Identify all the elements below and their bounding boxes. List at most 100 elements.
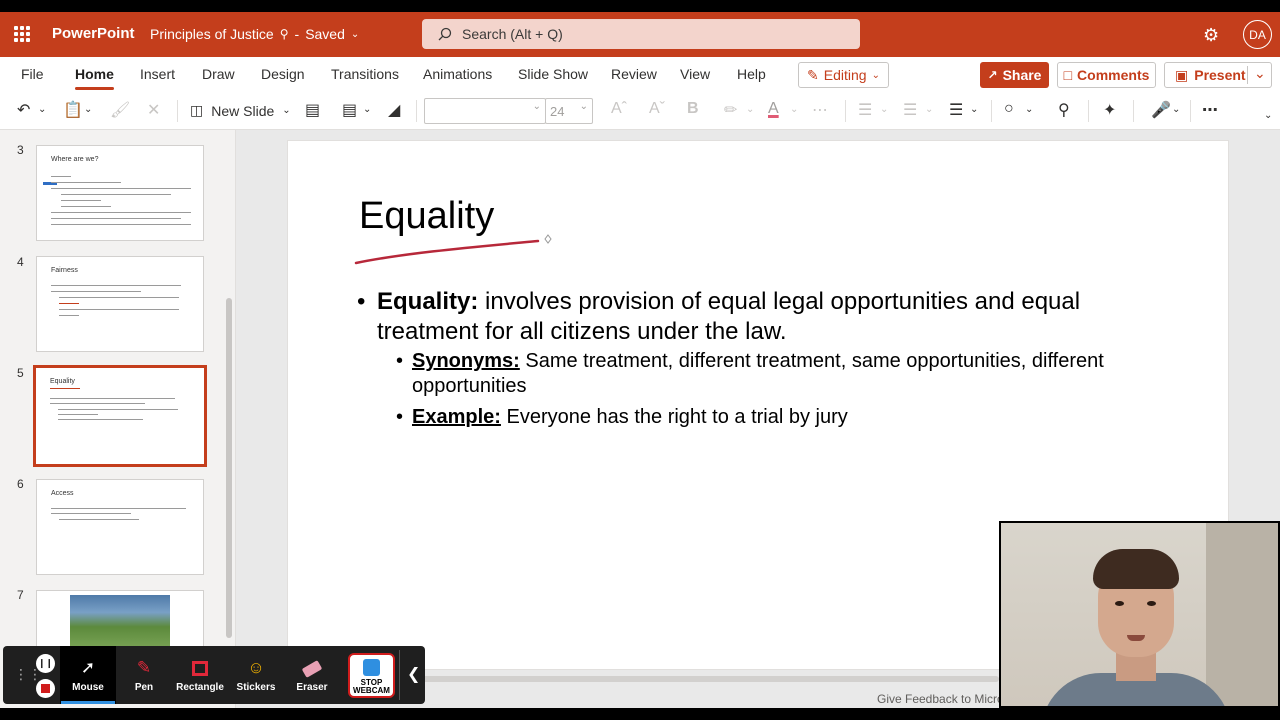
grow-font-icon[interactable]: Aˆ <box>611 100 627 118</box>
slide-number: 6 <box>17 477 24 491</box>
panel-scrollbar[interactable] <box>226 298 232 638</box>
sub-bullet-example[interactable]: • Example: Everyone has the right to a t… <box>396 405 1116 430</box>
find-icon[interactable]: ⚲ <box>1058 100 1070 120</box>
chevron-left-icon[interactable]: ❮ <box>407 664 420 684</box>
chevron-down-icon[interactable]: ⌄ <box>746 104 754 115</box>
settings-gear-icon[interactable]: ⚙ <box>1203 25 1219 46</box>
chevron-down-icon[interactable]: ⌄ <box>38 104 46 115</box>
slide-title[interactable]: Equality <box>359 195 494 238</box>
stickers-tool-button[interactable]: ☺ Stickers <box>228 646 284 704</box>
font-size-box[interactable]: 24 ⌄ <box>545 98 593 124</box>
tab-home[interactable]: Home <box>75 66 114 90</box>
present-button[interactable]: ▣ Present ⌄ <box>1164 62 1272 88</box>
tab-transitions[interactable]: Transitions <box>331 66 399 82</box>
more-font-options-icon[interactable]: ⋯ <box>812 100 828 120</box>
font-name-box[interactable]: ⌄ <box>424 98 546 124</box>
chevron-down-icon[interactable]: ⌄ <box>1172 104 1180 115</box>
chevron-down-icon[interactable]: ⌄ <box>1025 104 1033 115</box>
pen-icon: ✎ <box>136 658 152 677</box>
font-color-icon[interactable]: A <box>768 100 779 118</box>
highlight-icon[interactable]: ✏ <box>724 100 737 120</box>
layout-icon[interactable]: ▤ <box>342 100 357 120</box>
tab-review[interactable]: Review <box>611 66 657 82</box>
document-name: Principles of Justice <box>150 26 274 42</box>
undo-icon[interactable]: ↶ <box>17 100 30 120</box>
eraser-tool-button[interactable]: Eraser <box>284 646 340 704</box>
clipboard-icon[interactable]: 📋 <box>63 100 83 120</box>
font-size-value: 24 <box>550 104 565 119</box>
chevron-down-icon[interactable]: ⌄ <box>1254 65 1266 82</box>
chevron-down-icon[interactable]: ⌄ <box>925 104 933 115</box>
chevron-down-icon[interactable]: ⌄ <box>84 104 92 115</box>
numbering-icon[interactable]: ☰ <box>903 100 917 120</box>
chevron-down-icon[interactable]: ⌄ <box>880 104 888 115</box>
search-box[interactable]: Search (Alt + Q) <box>422 19 860 49</box>
slide-thumbnail-selected[interactable]: Equality <box>33 365 207 467</box>
align-icon[interactable]: ☰ <box>949 100 963 120</box>
bottom-letterbox <box>0 708 1280 720</box>
chevron-down-icon[interactable]: ⌄ <box>363 104 371 115</box>
mouse-tool-button[interactable]: ➚ Mouse <box>60 646 116 704</box>
tab-animations[interactable]: Animations <box>423 66 492 82</box>
editing-mode-button[interactable]: ✎ Editing ⌄ <box>798 62 889 88</box>
tab-design[interactable]: Design <box>261 66 305 82</box>
title-bar: PowerPoint Principles of Justice ⚲ - Sav… <box>0 12 1280 57</box>
stop-webcam-button[interactable]: STOP WEBCAM <box>348 653 395 698</box>
screen-recorder-toolbar: ⋮⋮ ❙❙ ➚ Mouse ✎ Pen Rectangle ☺ Stickers… <box>3 646 425 704</box>
more-options-icon[interactable]: ⋯ <box>1202 100 1218 120</box>
comments-button[interactable]: □ Comments <box>1057 62 1156 88</box>
tab-draw[interactable]: Draw <box>202 66 235 82</box>
main-bullet[interactable]: • Equality: involves provision of equal … <box>357 287 1119 347</box>
share-button[interactable]: ↗ Share <box>980 62 1049 88</box>
pen-tool-button[interactable]: ✎ Pen <box>116 646 172 704</box>
thumbnail-title: Equality <box>50 378 75 385</box>
feedback-link[interactable]: Give Feedback to Micros <box>877 692 1010 706</box>
ribbon-tabs: File Home Insert Draw Design Transitions… <box>0 57 1280 92</box>
designer-icon[interactable]: ✦ <box>1103 100 1116 120</box>
tab-help[interactable]: Help <box>737 66 766 82</box>
delete-icon[interactable]: ✕ <box>147 100 160 120</box>
tab-view[interactable]: View <box>680 66 710 82</box>
app-launcher-icon[interactable] <box>14 26 30 42</box>
webcam-icon <box>363 659 380 676</box>
pause-button[interactable]: ❙❙ <box>36 654 55 673</box>
app-name[interactable]: PowerPoint <box>52 25 135 42</box>
shrink-font-icon[interactable]: Aˇ <box>649 100 665 118</box>
chevron-down-icon[interactable]: ⌄ <box>970 104 978 115</box>
tab-file[interactable]: File <box>21 66 44 82</box>
rectangle-tool-button[interactable]: Rectangle <box>172 646 228 704</box>
slide-thumbnail[interactable]: Where are we? <box>36 145 204 241</box>
home-toolbar: ↶ ⌄ 📋 ⌄ 🖌 ✕ ◫ New Slide ⌄ ▤ ▤ ⌄ ◢ ⌄ 24 ⌄… <box>0 92 1280 130</box>
bullet-label: Equality: <box>377 288 479 315</box>
chevron-down-icon: ⌄ <box>350 28 360 40</box>
tab-insert[interactable]: Insert <box>140 66 175 82</box>
slide-number: 4 <box>17 255 24 269</box>
search-placeholder: Search (Alt + Q) <box>462 26 563 42</box>
shapes-icon[interactable]: ○ <box>1004 100 1014 118</box>
background-icon[interactable]: ◢ <box>388 100 400 120</box>
slide-thumbnail[interactable]: Access <box>36 479 204 575</box>
reuse-slides-icon[interactable]: ▤ <box>305 100 320 120</box>
slide-thumbnail[interactable]: Fairness <box>36 256 204 352</box>
example-text: Everyone has the right to a trial by jur… <box>500 406 848 428</box>
chevron-down-icon: ⌄ <box>871 69 880 81</box>
user-avatar[interactable]: DA <box>1243 20 1272 49</box>
collapse-ribbon-icon[interactable]: ⌄ <box>1264 110 1272 121</box>
format-painter-icon[interactable]: 🖌 <box>110 100 130 120</box>
sub-bullet-synonyms[interactable]: • Synonyms: Same treatment, different tr… <box>396 349 1116 399</box>
eraser-icon <box>284 657 340 679</box>
slide-number: 7 <box>17 588 24 602</box>
bullets-icon[interactable]: ☰ <box>858 100 872 120</box>
thumbnail-title: Access <box>51 490 74 497</box>
document-title[interactable]: Principles of Justice ⚲ - Saved ⌄ <box>150 26 359 42</box>
dictate-microphone-icon[interactable]: 🎤 <box>1151 100 1171 120</box>
bold-icon[interactable]: B <box>687 100 699 118</box>
slide-thumbnail[interactable] <box>36 590 204 650</box>
stop-recording-button[interactable] <box>36 679 55 698</box>
chevron-down-icon: ⌄ <box>282 105 291 116</box>
shared-people-icon: ⚲ <box>279 27 289 41</box>
share-icon: ↗ <box>987 68 998 82</box>
new-slide-button[interactable]: ◫ New Slide ⌄ <box>190 102 291 119</box>
chevron-down-icon[interactable]: ⌄ <box>790 104 798 115</box>
tab-slide-show[interactable]: Slide Show <box>518 66 588 82</box>
